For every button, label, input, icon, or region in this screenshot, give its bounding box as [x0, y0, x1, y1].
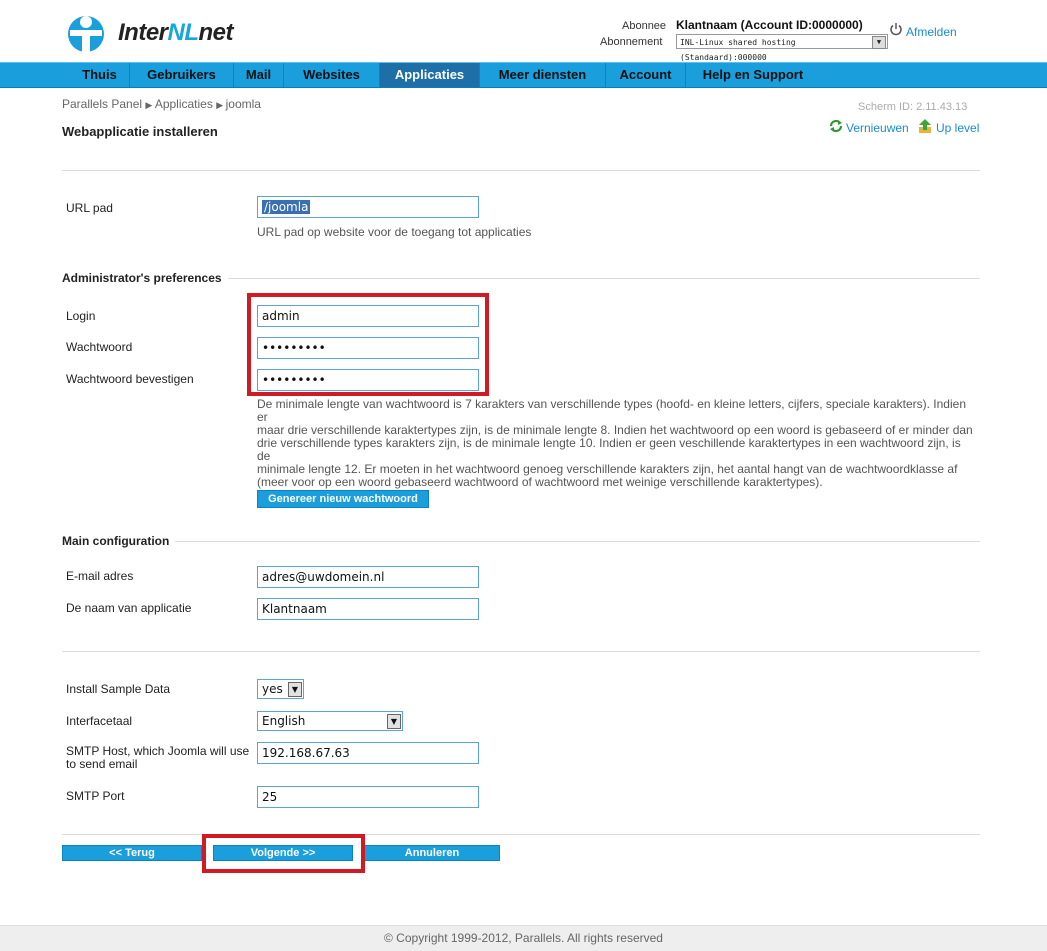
- nav-websites[interactable]: Websites: [284, 63, 380, 87]
- nav-account[interactable]: Account: [606, 63, 686, 87]
- smtp-host-input[interactable]: 192.168.67.63: [257, 742, 479, 764]
- breadcrumb-item[interactable]: Parallels Panel: [62, 97, 142, 111]
- footer: © Copyright 1999-2012, Parallels. All ri…: [0, 925, 1047, 951]
- subscription-select[interactable]: INL-Linux shared hosting (Standaard):000…: [676, 34, 888, 62]
- highlight-box-next: [202, 834, 365, 873]
- subscriber-value: Klantnaam (Account ID:0000000): [676, 18, 863, 32]
- password-help-line: (meer voor op een woord gebaseerd wachtw…: [257, 475, 823, 489]
- up-level-link[interactable]: Up level: [936, 121, 979, 135]
- confirm-password-label: Wachtwoord bevestigen: [66, 372, 194, 386]
- app-name-input[interactable]: Klantnaam: [257, 598, 479, 620]
- refresh-icon[interactable]: [829, 119, 843, 133]
- breadcrumb: Parallels Panel ▶ Applicaties ▶ joomla: [62, 97, 261, 111]
- email-label: E-mail adres: [66, 569, 134, 583]
- divider: [62, 170, 980, 171]
- email-field[interactable]: adres@uwdomein.nl: [257, 566, 479, 588]
- subscriber-label: Abonnee: [622, 20, 667, 32]
- sample-data-label: Install Sample Data: [66, 682, 171, 696]
- generate-password-button[interactable]: Genereer nieuw wachtwoord: [257, 490, 429, 508]
- breadcrumb-item[interactable]: joomla: [226, 97, 261, 111]
- breadcrumb-separator-icon: ▶: [216, 100, 226, 110]
- nav-help-support[interactable]: Help en Support: [686, 63, 820, 87]
- page-title: Webapplicatie installeren: [62, 124, 218, 139]
- power-icon[interactable]: [889, 22, 903, 36]
- sample-data-select[interactable]: yes ▼: [257, 679, 304, 699]
- nav-thuis[interactable]: Thuis: [70, 63, 130, 87]
- url-path-help: URL pad op website voor de toegang tot a…: [257, 225, 532, 239]
- interface-language-select[interactable]: English ▼: [257, 711, 403, 731]
- main-nav: Thuis Gebruikers Mail Websites Applicati…: [0, 62, 1047, 88]
- admin-section-title: Administrator's preferences: [62, 271, 228, 285]
- highlight-box-credentials: [247, 293, 489, 396]
- password-label: Wachtwoord: [66, 340, 133, 354]
- password-help-line: De minimale lengte van wachtwoord is 7 k…: [257, 397, 966, 424]
- breadcrumb-item[interactable]: Applicaties: [155, 97, 213, 111]
- app-name-label: De naam van applicatie: [66, 601, 192, 615]
- nav-meer-diensten[interactable]: Meer diensten: [480, 63, 606, 87]
- url-path-input[interactable]: /joomla: [257, 196, 479, 218]
- logout-link[interactable]: Afmelden: [906, 25, 957, 39]
- smtp-port-label: SMTP Port: [66, 789, 125, 803]
- up-level-icon[interactable]: [918, 118, 932, 134]
- smtp-host-label-line: to send email: [66, 757, 138, 771]
- refresh-link[interactable]: Vernieuwen: [846, 121, 909, 135]
- logo-person-icon: [68, 16, 104, 52]
- nav-gebruikers[interactable]: Gebruikers: [130, 63, 234, 87]
- nav-mail[interactable]: Mail: [234, 63, 284, 87]
- chevron-down-icon: ▼: [288, 682, 302, 697]
- subscription-label: Abonnement: [600, 36, 663, 48]
- section-divider: [62, 541, 980, 542]
- breadcrumb-separator-icon: ▶: [145, 100, 155, 110]
- smtp-host-label: SMTP Host, which Joomla will use to send…: [66, 745, 249, 771]
- section-divider: [62, 651, 980, 652]
- interface-language-label: Interfacetaal: [66, 714, 133, 728]
- main-config-section-title: Main configuration: [62, 534, 176, 548]
- screen-id: Scherm ID: 2.11.43.13: [858, 101, 968, 113]
- nav-applicaties[interactable]: Applicaties: [380, 63, 480, 87]
- cancel-button[interactable]: Annuleren: [364, 845, 500, 861]
- chevron-down-icon: ▼: [872, 36, 886, 49]
- chevron-down-icon: ▼: [387, 714, 401, 729]
- logo-text: InterNLnet: [118, 19, 234, 46]
- login-label: Login: [66, 309, 96, 323]
- back-button[interactable]: << Terug: [62, 845, 202, 861]
- url-path-label: URL pad: [66, 201, 113, 215]
- smtp-port-input[interactable]: 25: [257, 786, 479, 808]
- password-help-line: drie verschillende types karakters zijn,…: [257, 436, 961, 463]
- divider: [62, 834, 980, 835]
- password-help: De minimale lengte van wachtwoord is 7 k…: [257, 398, 977, 489]
